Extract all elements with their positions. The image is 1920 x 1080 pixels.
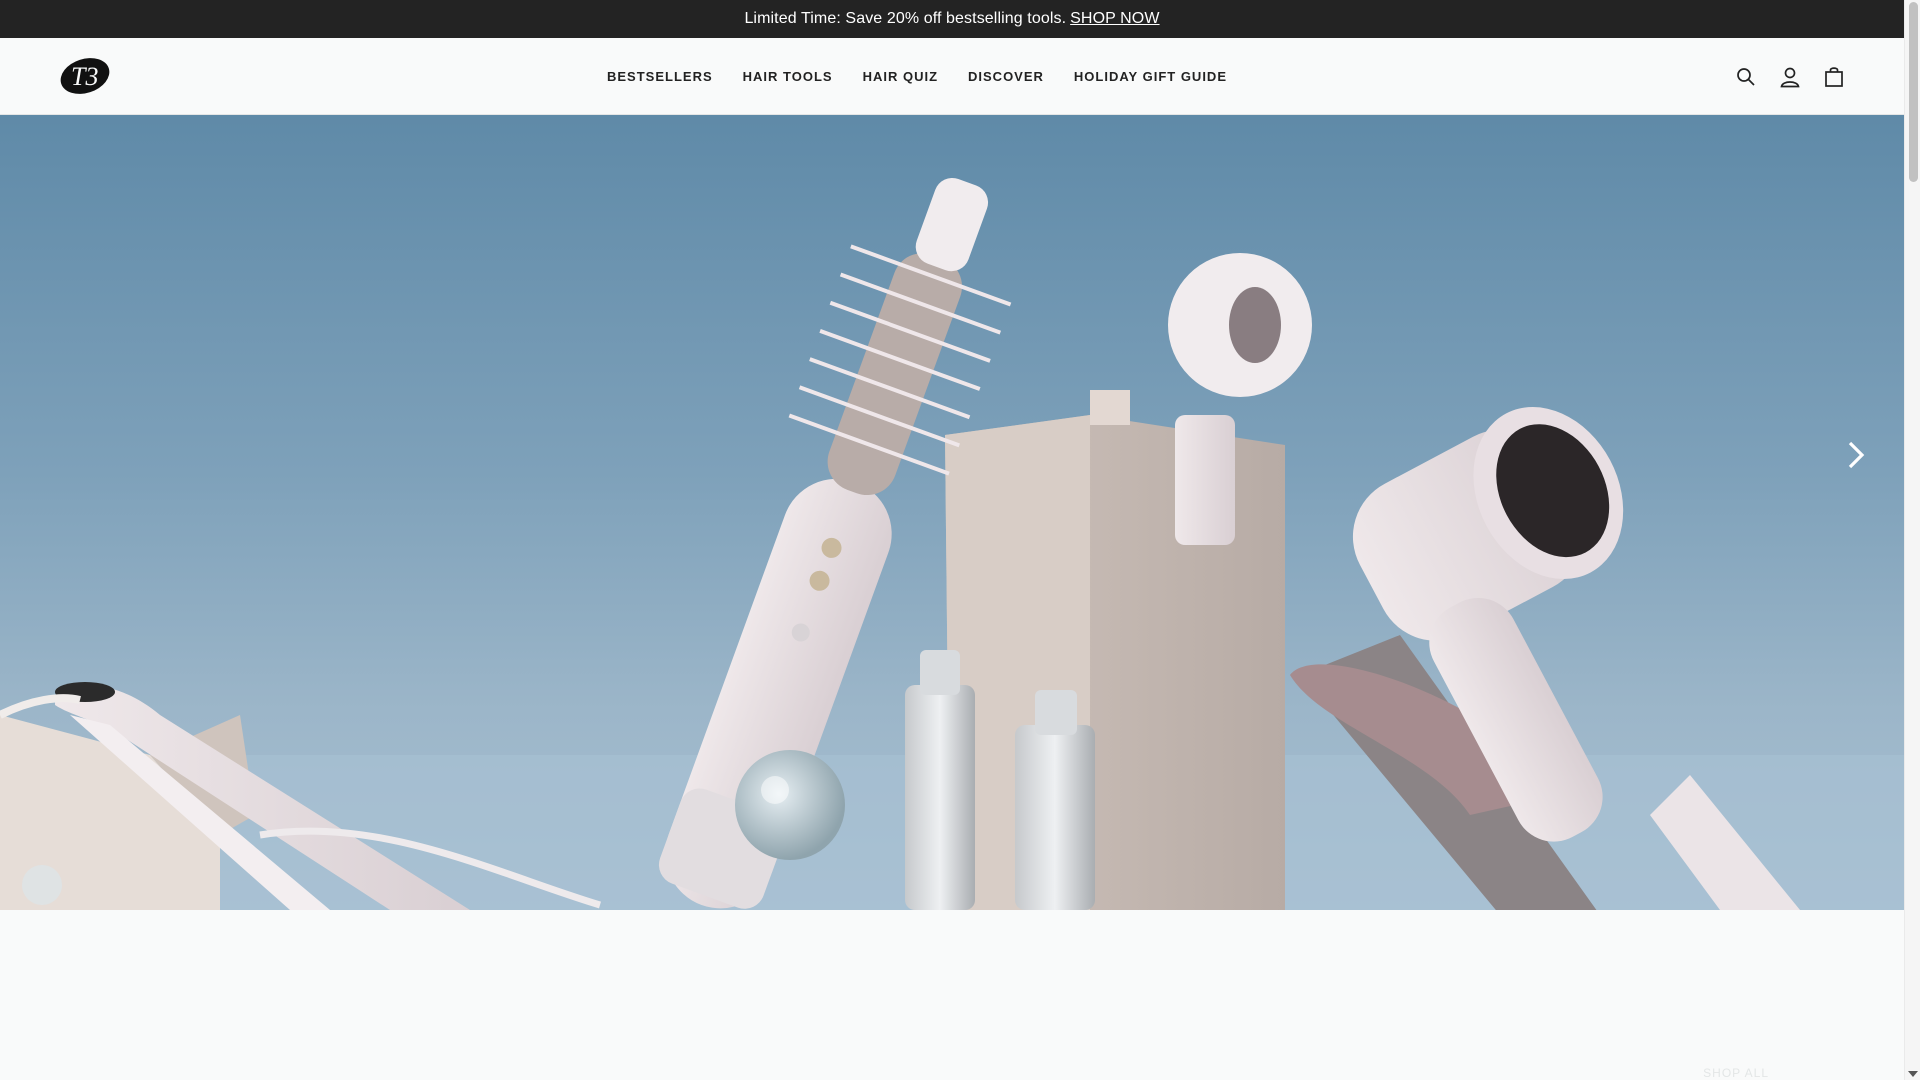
- nav-hair-tools[interactable]: HAIR TOOLS: [743, 69, 833, 84]
- page: Limited Time: Save 20% off bestselling t…: [0, 0, 1904, 1080]
- site-header: T3 BESTSELLERS HAIR TOOLS HAIR QUIZ DISC…: [0, 38, 1904, 115]
- shop-now-link[interactable]: SHOP NOW: [1070, 10, 1159, 28]
- main-nav: BESTSELLERS HAIR TOOLS HAIR QUIZ DISCOVE…: [0, 38, 1904, 115]
- scrollbar-thumb[interactable]: [1909, 2, 1918, 182]
- hero-image: [0, 177, 1904, 910]
- nav-holiday-gift-guide[interactable]: HOLIDAY GIFT GUIDE: [1074, 69, 1227, 84]
- shop-all-link[interactable]: SHOP ALL: [1703, 1066, 1769, 1080]
- announcement-text: Limited Time: Save 20% off bestselling t…: [744, 10, 1067, 27]
- carousel-next-button[interactable]: [1836, 435, 1876, 475]
- header-actions: [1734, 38, 1846, 115]
- nav-hair-quiz[interactable]: HAIR QUIZ: [863, 69, 938, 84]
- page-scrollbar[interactable]: [1904, 0, 1920, 1080]
- nav-bestsellers[interactable]: BESTSELLERS: [607, 69, 713, 84]
- account-icon[interactable]: [1778, 65, 1802, 89]
- scroll-down-arrow-icon[interactable]: [1908, 1071, 1918, 1077]
- announcement-bar: Limited Time: Save 20% off bestselling t…: [0, 0, 1904, 38]
- hero-banner[interactable]: [0, 115, 1904, 910]
- collection-section: SHOP ALL: [0, 910, 1904, 1080]
- cart-icon[interactable]: [1822, 65, 1846, 89]
- search-icon[interactable]: [1734, 65, 1758, 89]
- chevron-right-icon: [1848, 441, 1865, 469]
- nav-discover[interactable]: DISCOVER: [968, 69, 1044, 84]
